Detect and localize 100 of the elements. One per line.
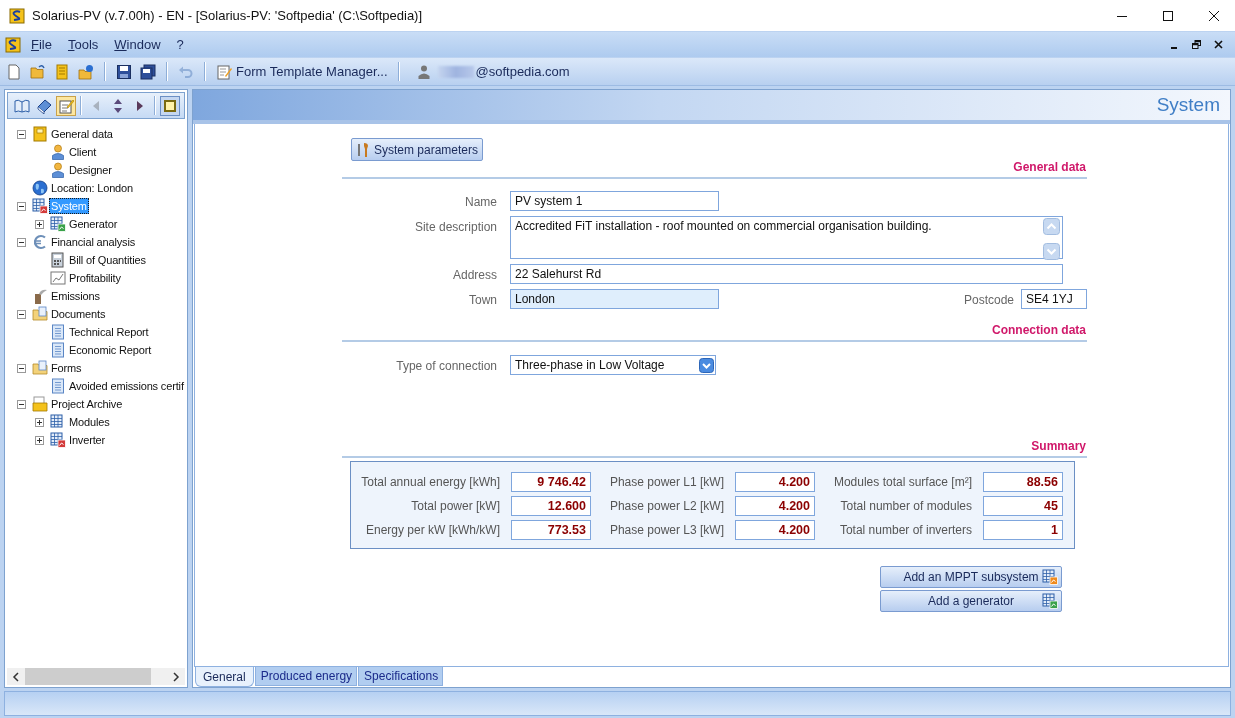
summary-value: 9 746.42 xyxy=(511,472,591,492)
horizontal-scrollbar[interactable] xyxy=(7,668,185,685)
dropdown[interactable]: Three-phase in Low Voltage xyxy=(510,355,716,375)
save-icon[interactable] xyxy=(116,63,132,80)
restore-icon[interactable] xyxy=(1192,40,1201,49)
summary-value: 4.200 xyxy=(735,520,815,540)
tree-item[interactable]: Location: London xyxy=(49,180,135,196)
window-title: Solarius-PV (v.7.00h) - EN - [Solarius-PV: 'Softpedia' (C:\Softpedia)] xyxy=(32,8,423,23)
collapse-icon[interactable] xyxy=(17,201,26,211)
tree-item[interactable]: Emissions xyxy=(49,288,102,304)
collapse-icon[interactable] xyxy=(17,129,26,139)
summary-value: 88.56 xyxy=(983,472,1063,492)
collapse-icon[interactable] xyxy=(17,399,26,409)
new-document-icon[interactable] xyxy=(6,63,22,80)
summary-label: Phase power L3 [kW] xyxy=(608,523,725,537)
document-icon xyxy=(50,324,66,340)
tab[interactable]: Produced energy xyxy=(254,667,358,686)
scrollbar-thumb[interactable] xyxy=(25,668,151,685)
folder-icon xyxy=(32,306,48,322)
tree-item[interactable]: Financial analysis xyxy=(49,234,138,250)
section-title: Connection data xyxy=(992,323,1087,337)
tree-item[interactable]: Bill of Quantities xyxy=(67,252,148,268)
grid-icon xyxy=(32,198,48,214)
tree-item[interactable]: Profitability xyxy=(67,270,123,286)
euro-icon xyxy=(32,234,48,250)
tree-item[interactable]: Avoided emissions certif xyxy=(67,378,186,394)
open-folder-icon[interactable] xyxy=(30,63,46,80)
scroll-left-icon[interactable] xyxy=(12,671,20,682)
summary-value: 12.600 xyxy=(511,496,591,516)
chart-icon xyxy=(50,270,66,286)
summary-label: Phase power L2 [kW] xyxy=(608,499,725,513)
input-field[interactable]: 22 Salehurst Rd xyxy=(510,264,1063,284)
menu-item[interactable]: ? xyxy=(174,37,186,52)
tree-item[interactable]: General data xyxy=(49,126,115,142)
app-logo-icon xyxy=(9,7,25,24)
input-field[interactable]: London xyxy=(510,289,719,309)
frame-icon[interactable] xyxy=(160,95,180,116)
expand-icon[interactable] xyxy=(35,435,44,445)
menu-item[interactable]: File xyxy=(29,37,54,52)
system-parameters-button[interactable]: System parameters xyxy=(351,138,484,161)
close-icon[interactable] xyxy=(1214,40,1223,49)
redacted-name xyxy=(437,65,474,78)
summary-value: 4.200 xyxy=(735,472,815,492)
expand-icon[interactable] xyxy=(35,219,44,229)
scroll-right-icon[interactable] xyxy=(172,671,180,682)
tree-item[interactable]: Inverter xyxy=(67,432,108,448)
summary-label: Modules total surface [m²] xyxy=(832,475,973,489)
grid-icon xyxy=(1042,593,1058,609)
tree-item[interactable]: Designer xyxy=(67,162,114,178)
tree-item[interactable]: Generator xyxy=(67,216,120,232)
user-email: @softpedia.com xyxy=(475,64,570,79)
tree-item[interactable]: Modules xyxy=(67,414,112,430)
page-title: System xyxy=(1156,94,1220,116)
save-all-icon[interactable] xyxy=(140,63,156,80)
document-icon xyxy=(50,378,66,394)
tree-item[interactable]: Client xyxy=(67,144,99,160)
tab[interactable]: Specifications xyxy=(358,667,444,686)
input-field[interactable]: PV system 1 xyxy=(510,191,719,211)
field-label: Site description xyxy=(413,219,498,234)
menu-item[interactable]: Window xyxy=(112,37,163,52)
action-button[interactable]: Add an MPPT subsystem xyxy=(880,566,1062,588)
collapse-icon[interactable] xyxy=(17,237,26,247)
tree-item[interactable]: Forms xyxy=(49,360,84,376)
section-title: General data xyxy=(1013,160,1087,174)
section-title: Summary xyxy=(1031,439,1087,453)
field-label: Address xyxy=(451,267,498,282)
grid-icon xyxy=(50,414,66,430)
form-template-manager-button[interactable]: Form Template Manager... xyxy=(216,63,388,80)
summary-value: 45 xyxy=(983,496,1063,516)
notebook-icon xyxy=(32,126,48,142)
input-field[interactable]: SE4 1YJ xyxy=(1021,289,1087,309)
maximize-icon[interactable] xyxy=(1163,10,1173,21)
summary-label: Total number of inverters xyxy=(838,523,973,537)
grid-icon xyxy=(1042,569,1058,585)
action-button[interactable]: Add a generator xyxy=(880,590,1062,612)
chimney-icon xyxy=(32,288,48,304)
person-icon xyxy=(50,162,66,178)
summary-label: Total number of modules xyxy=(839,499,973,513)
collapse-icon[interactable] xyxy=(17,363,26,373)
summary-value: 773.53 xyxy=(511,520,591,540)
summary-label: Phase power L1 [kW] xyxy=(608,475,725,489)
summary-label: Total power [kW] xyxy=(410,499,501,513)
template-edit-icon xyxy=(216,63,232,80)
field-label: Type of connection xyxy=(395,358,498,373)
expand-icon[interactable] xyxy=(35,417,44,427)
folder-icon xyxy=(32,360,48,376)
summary-value: 4.200 xyxy=(735,496,815,516)
tree-item[interactable]: Documents xyxy=(49,306,108,322)
tree-item[interactable]: Technical Report xyxy=(67,324,151,340)
collapse-icon[interactable] xyxy=(17,309,26,319)
calculator-icon xyxy=(50,252,66,268)
menu-item[interactable]: Tools xyxy=(65,37,101,52)
tools-icon xyxy=(355,141,371,158)
tree-item[interactable]: Economic Report xyxy=(67,342,154,358)
tab[interactable]: General xyxy=(195,667,254,687)
folder-globe-icon[interactable] xyxy=(78,63,94,80)
tree-item[interactable]: Project Archive xyxy=(49,396,125,412)
close-icon[interactable] xyxy=(1209,10,1219,21)
summary-label: Total annual energy [kWh] xyxy=(361,475,501,489)
summary-label: Energy per kW [kWh/kW] xyxy=(364,523,501,537)
